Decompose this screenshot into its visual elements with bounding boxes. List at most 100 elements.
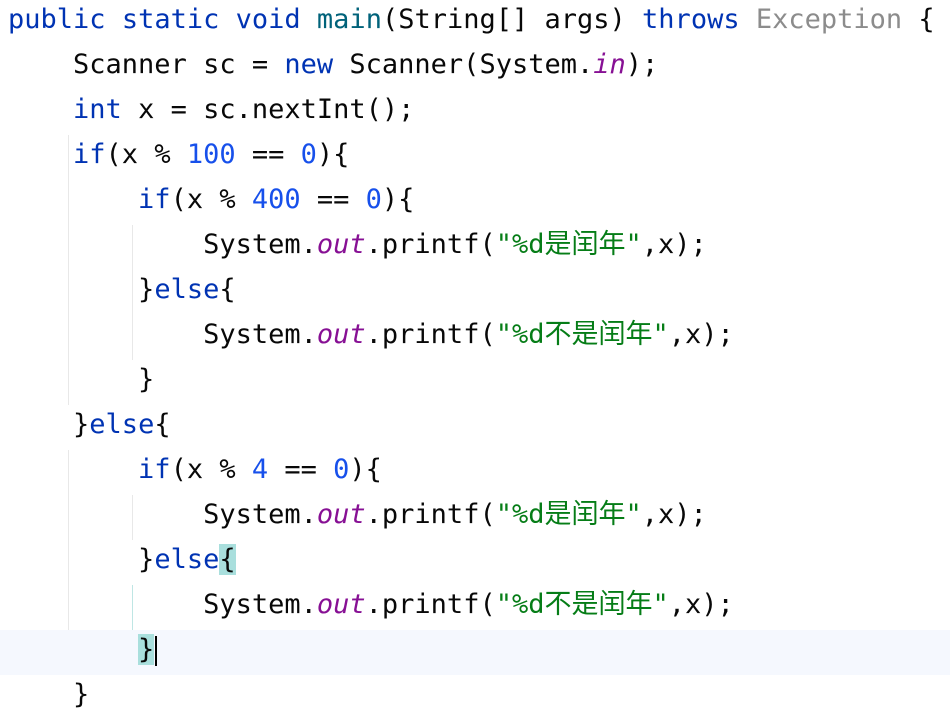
code-token: "%d不是闰年" — [495, 319, 669, 350]
code-token: } — [138, 274, 155, 305]
code-line[interactable]: System.out.printf("%d是闰年",x); — [0, 225, 950, 270]
code-token: main — [316, 4, 382, 35]
code-token: ){ — [381, 184, 415, 215]
code-token: ); — [625, 49, 659, 80]
code-token: } — [138, 364, 155, 395]
code-token: if — [138, 184, 171, 215]
code-token: in — [593, 49, 626, 80]
code-token: public — [8, 4, 106, 35]
code-token: else — [154, 274, 220, 305]
code-token: System. — [203, 229, 317, 260]
code-token: .printf( — [365, 589, 496, 620]
code-line-current[interactable]: } — [0, 630, 950, 675]
matched-brace: { — [219, 544, 236, 575]
code-token: out — [316, 229, 366, 260]
code-token: ,x); — [641, 499, 707, 530]
code-token: Scanner sc = — [73, 49, 285, 80]
code-token: (x % — [170, 184, 252, 215]
code-line[interactable]: } — [0, 675, 950, 720]
code-token: if — [138, 454, 171, 485]
code-token: void — [235, 4, 301, 35]
code-token: .printf( — [365, 319, 496, 350]
code-token: 0 — [333, 454, 350, 485]
code-token: } — [138, 544, 155, 575]
text-caret — [155, 635, 158, 666]
code-token: int — [73, 94, 122, 125]
code-token: "%d是闰年" — [495, 499, 642, 530]
code-token: "%d是闰年" — [495, 229, 642, 260]
code-token: 4 — [251, 454, 269, 485]
code-line[interactable]: System.out.printf("%d不是闰年",x); — [0, 315, 950, 360]
code-token: else — [154, 544, 220, 575]
code-token: new — [284, 49, 334, 80]
code-token: out — [316, 499, 366, 530]
code-token: "%d不是闰年" — [495, 589, 669, 620]
code-token: .printf( — [365, 229, 496, 260]
code-token: System. — [203, 319, 317, 350]
code-line[interactable]: }else{ — [0, 270, 950, 315]
code-line[interactable]: Scanner sc = new Scanner(System.in); — [0, 45, 950, 90]
code-line[interactable]: int x = sc.nextInt(); — [0, 90, 950, 135]
code-line[interactable]: } — [0, 360, 950, 405]
code-line[interactable]: if(x % 400 == 0){ — [0, 180, 950, 225]
code-line[interactable]: }else{ — [0, 540, 950, 585]
code-token: == — [268, 454, 334, 485]
code-token: System. — [203, 499, 317, 530]
code-token: ){ — [349, 454, 382, 485]
code-token: { — [154, 409, 171, 440]
code-token: { — [219, 274, 236, 305]
code-token: out — [316, 589, 366, 620]
code-token: ,x); — [668, 589, 734, 620]
code-token: (x % — [170, 454, 252, 485]
code-token: else — [89, 409, 155, 440]
code-token: x = sc.nextInt(); — [121, 94, 415, 125]
code-token: } — [73, 679, 90, 710]
code-line[interactable]: if(x % 4 == 0){ — [0, 450, 950, 495]
code-token: (x % — [105, 139, 187, 170]
code-token: throws — [642, 4, 740, 35]
code-token: ,x); — [668, 319, 734, 350]
code-token: .printf( — [365, 499, 496, 530]
code-editor[interactable]: public static void main(String[] args) t… — [0, 0, 950, 720]
code-line[interactable]: public static void main(String[] args) t… — [0, 0, 950, 45]
code-line[interactable]: System.out.printf("%d不是闰年",x); — [0, 585, 950, 630]
code-token: out — [316, 319, 366, 350]
code-line[interactable]: if(x % 100 == 0){ — [0, 135, 950, 180]
code-token: if — [73, 139, 106, 170]
code-token: == — [300, 184, 366, 215]
code-token: Exception — [755, 4, 903, 35]
code-token: } — [73, 409, 90, 440]
code-line[interactable]: System.out.printf("%d是闰年",x); — [0, 495, 950, 540]
matched-brace: } — [138, 634, 155, 665]
code-token: ){ — [316, 139, 350, 170]
code-token: 100 — [186, 139, 236, 170]
code-token: System. — [203, 589, 317, 620]
code-line[interactable]: }else{ — [0, 405, 950, 450]
code-token: Scanner(System. — [333, 49, 594, 80]
code-token: == — [235, 139, 301, 170]
code-token: 400 — [251, 184, 301, 215]
code-token: 0 — [300, 139, 317, 170]
code-token: static — [121, 4, 220, 35]
code-token: { — [902, 4, 935, 35]
code-token: (String[] args) — [381, 4, 643, 35]
code-token: ,x); — [641, 229, 707, 260]
